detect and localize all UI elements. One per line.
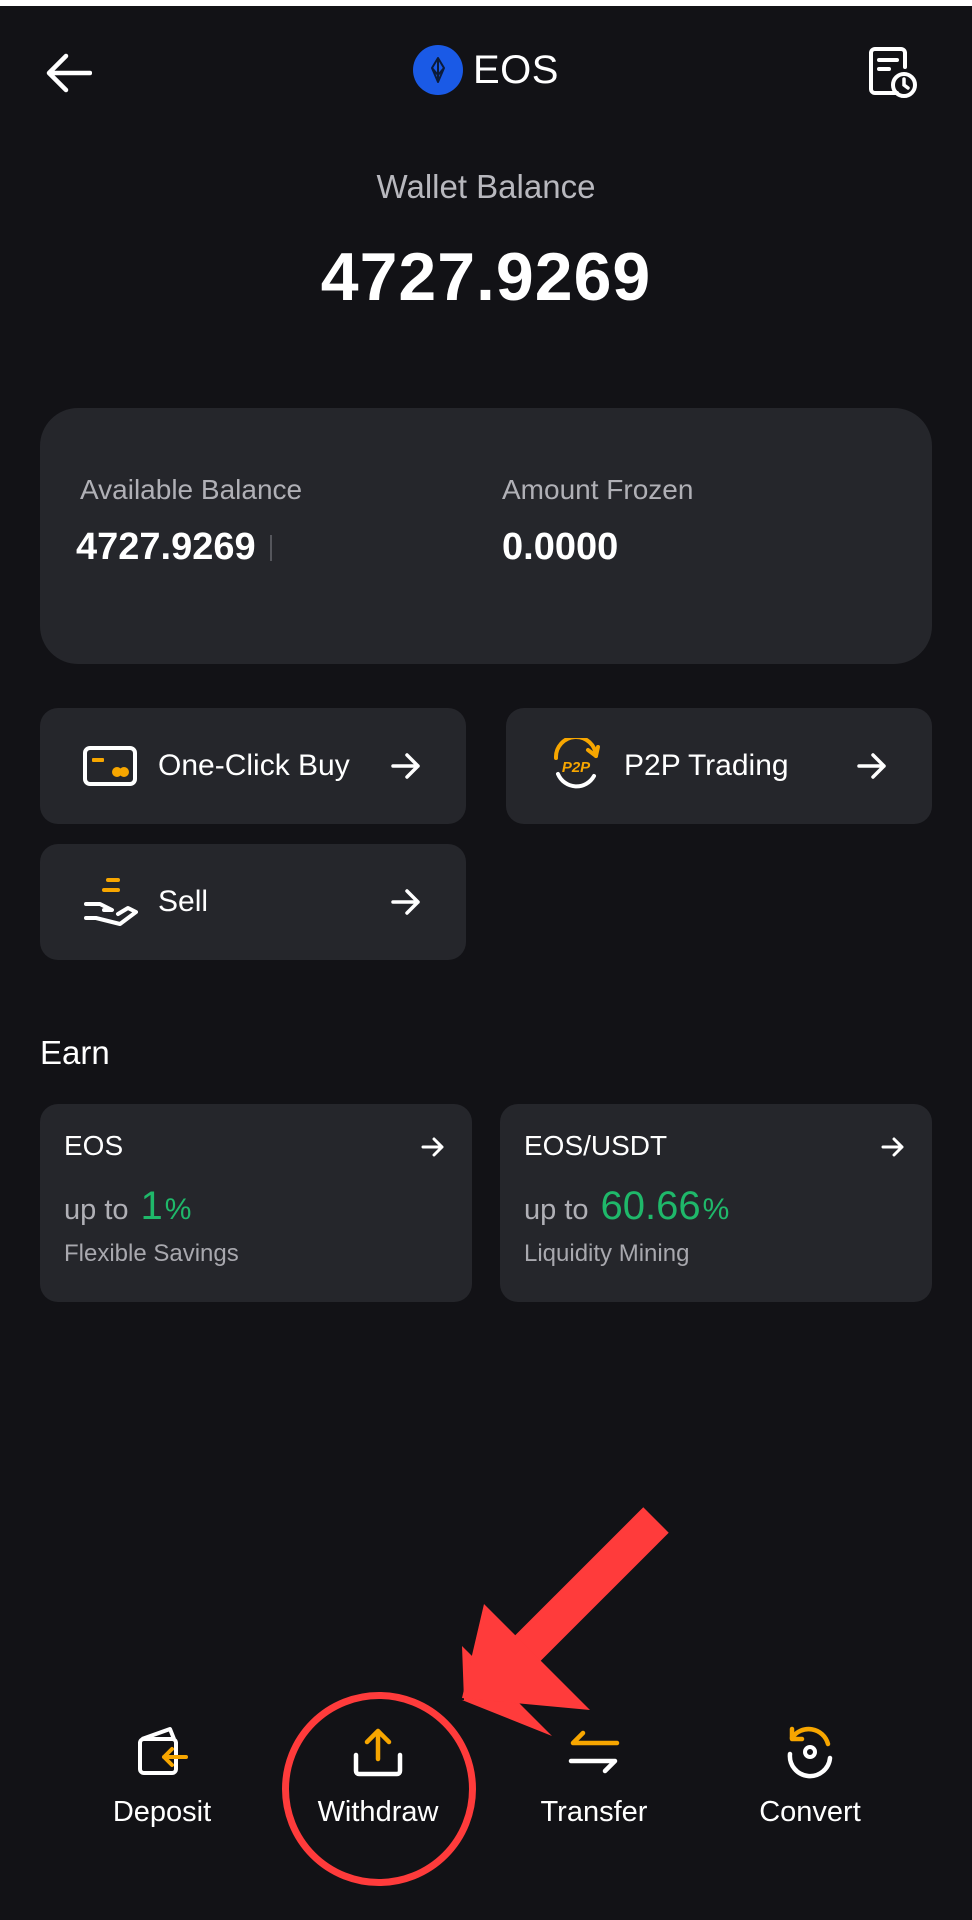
available-balance-row: 4727.9269 xyxy=(76,526,272,569)
earn-card-eos[interactable]: EOS up to 1 % Flexible Savings xyxy=(40,1104,472,1302)
p2p-trading-label: P2P Trading xyxy=(624,749,789,782)
earn-rate-value: 1 xyxy=(140,1184,163,1228)
earn-section-title: Earn xyxy=(40,1034,110,1071)
earn-rate-row: up to 1 % xyxy=(64,1184,191,1229)
p2p-badge-text: P2P xyxy=(562,759,591,776)
arrow-right-icon xyxy=(876,1130,910,1164)
document-clock-icon xyxy=(869,47,917,98)
wallet-balance-value: 4727.9269 xyxy=(320,239,652,315)
annotation-circle xyxy=(282,1692,476,1886)
one-click-buy-button[interactable]: One-Click Buy xyxy=(40,708,466,824)
earn-rate-unit: % xyxy=(702,1193,730,1226)
sell-label: Sell xyxy=(158,885,209,918)
earn-card-subtitle: Liquidity Mining xyxy=(524,1240,690,1267)
card-icon xyxy=(80,736,140,796)
earn-rate-unit: % xyxy=(164,1193,192,1226)
balance-card: Available Balance 4727.9269 Amount Froze… xyxy=(40,408,932,664)
one-click-buy-label: One-Click Buy xyxy=(158,749,350,782)
earn-rate-prefix: up to xyxy=(524,1194,589,1226)
transfer-button[interactable]: Transfer xyxy=(494,1722,694,1842)
earn-card-name: EOS/USDT xyxy=(524,1130,668,1161)
earn-card-eos-usdt[interactable]: EOS/USDT up to 60.66 % Liquidity Mining xyxy=(500,1104,932,1302)
earn-rate-prefix: up to xyxy=(64,1194,129,1226)
history-button[interactable] xyxy=(860,40,926,106)
transfer-arrows-icon xyxy=(564,1722,624,1782)
page-title: EOS xyxy=(473,47,559,92)
available-balance-label: Available Balance xyxy=(80,474,303,505)
arrow-right-icon xyxy=(386,882,426,922)
status-strip xyxy=(0,0,972,6)
sell-button[interactable]: Sell xyxy=(40,844,466,960)
p2p-trading-button[interactable]: P2P P2P Trading xyxy=(506,708,932,824)
earn-card-name: EOS xyxy=(64,1130,124,1161)
arrow-right-icon xyxy=(386,746,426,786)
deposit-icon xyxy=(132,1722,192,1782)
amount-frozen-value: 0.0000 xyxy=(502,526,619,568)
p2p-icon: P2P xyxy=(546,736,606,796)
transfer-label: Transfer xyxy=(540,1796,648,1828)
convert-icon xyxy=(780,1722,840,1782)
amount-frozen-label: Amount Frozen xyxy=(502,474,694,505)
page-header: EOS xyxy=(0,40,972,100)
sell-hand-icon xyxy=(80,872,140,932)
earn-rate-value: 60.66 xyxy=(600,1184,701,1228)
arrow-right-icon xyxy=(852,746,892,786)
earn-card-subtitle: Flexible Savings xyxy=(64,1240,239,1267)
wallet-balance-label: Wallet Balance xyxy=(376,168,596,205)
arrow-right-icon xyxy=(416,1130,450,1164)
eos-logo-icon xyxy=(413,45,463,95)
convert-label: Convert xyxy=(759,1796,861,1828)
text-caret xyxy=(269,534,272,561)
convert-button[interactable]: Convert xyxy=(710,1722,910,1842)
deposit-label: Deposit xyxy=(112,1796,212,1828)
deposit-button[interactable]: Deposit xyxy=(62,1722,262,1842)
earn-rate-row: up to 60.66 % xyxy=(524,1184,729,1229)
available-balance-value: 4727.9269 xyxy=(76,526,256,568)
